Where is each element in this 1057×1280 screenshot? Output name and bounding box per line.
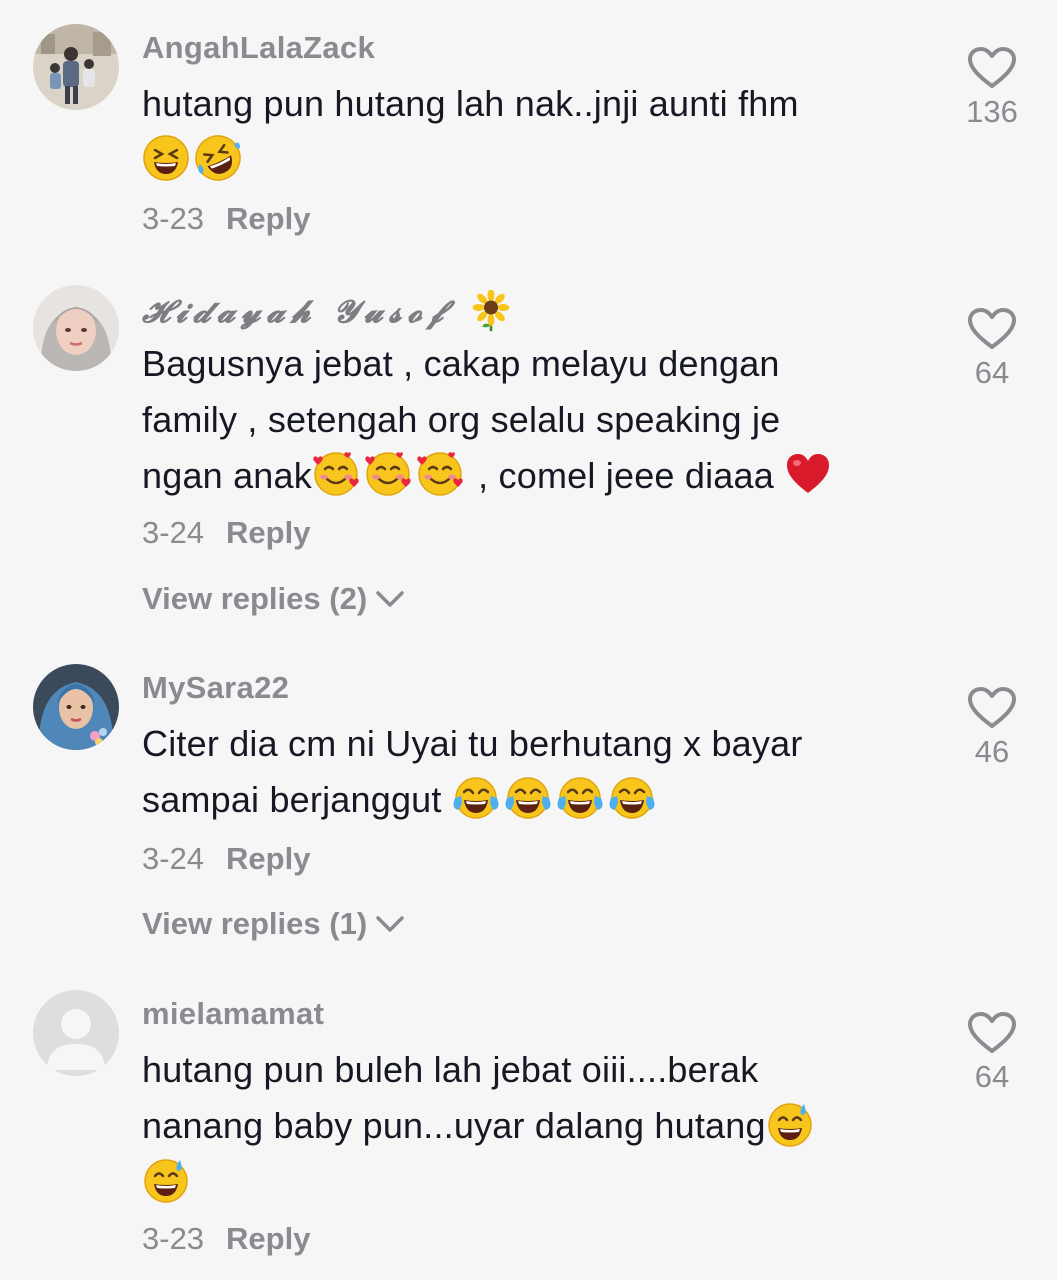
comment-meta: 3-24 Reply [142, 515, 310, 551]
like-count: 64 [974, 1059, 1010, 1094]
avatar[interactable] [33, 990, 119, 1076]
view-replies-label: View replies (2) [142, 581, 368, 616]
reply-button[interactable]: Reply [226, 1221, 310, 1256]
comment-text-line: nanang baby pun...uyar dalang hutang [142, 1105, 766, 1146]
like-count: 46 [974, 734, 1010, 769]
username[interactable]: AngahLalaZack [142, 30, 375, 66]
comment-text-line: Bagusnya jebat , cakap melayu dengan [142, 343, 780, 384]
comment-meta: 3-23 Reply [142, 1221, 310, 1257]
comment-text-content: hutang pun hutang lah nak..jnji aunti fh… [142, 83, 799, 124]
avatar-image [33, 24, 119, 110]
red-heart-emoji [784, 450, 832, 498]
comment-meta: 3-23 Reply [142, 201, 310, 237]
comment-text-line: hutang pun buleh lah jebat oiii....berak [142, 1049, 759, 1090]
comment-date: 3-24 [142, 841, 205, 876]
smiling-face-with-hearts-emoji [416, 450, 464, 498]
like-button[interactable]: 64 [950, 307, 1034, 391]
avatar[interactable] [33, 664, 119, 750]
chevron-down-icon [376, 591, 404, 607]
comment-date: 3-23 [142, 1221, 205, 1256]
sunflower-emoji [470, 290, 512, 332]
like-count: 136 [966, 94, 1018, 129]
reply-button[interactable]: Reply [226, 201, 310, 236]
like-button[interactable]: 136 [950, 46, 1034, 130]
heart-outline-icon [968, 687, 1016, 728]
username[interactable]: 𝓗𝓲𝓭𝓪𝔂𝓪𝓱 𝓨𝓾𝓼𝓸𝓯 [142, 290, 516, 332]
avatar[interactable] [33, 285, 119, 371]
smiling-face-with-hearts-emoji [312, 450, 360, 498]
reply-button[interactable]: Reply [226, 515, 310, 550]
comment-text-line: ngan anak [142, 455, 312, 496]
username[interactable]: MySara22 [142, 670, 289, 706]
username-text: 𝓗𝓲𝓭𝓪𝔂𝓪𝓱 𝓨𝓾𝓼𝓸𝓯 [142, 294, 450, 330]
like-button[interactable]: 46 [950, 686, 1034, 770]
tears-of-joy-emoji [556, 774, 604, 822]
comment-date: 3-24 [142, 515, 205, 550]
comment-text-line: sampai berjanggut [142, 779, 452, 820]
like-button[interactable]: 64 [950, 1011, 1034, 1095]
comment-date: 3-23 [142, 201, 205, 236]
like-count: 64 [974, 355, 1010, 390]
tears-of-joy-emoji [452, 774, 500, 822]
grinning-face-with-sweat-emoji [766, 1100, 814, 1148]
comment-text-line: family , setengah org selalu speaking je [142, 399, 781, 440]
heart-outline-icon [968, 47, 1016, 88]
reply-button[interactable]: Reply [226, 841, 310, 876]
comment-text: Citer dia cm ni Uyai tu berhutang x baya… [142, 716, 912, 828]
smiling-face-with-hearts-emoji [364, 450, 412, 498]
avatar-image [33, 664, 119, 750]
rolling-on-floor-laughing-emoji [194, 134, 242, 182]
chevron-down-icon [376, 916, 404, 932]
username[interactable]: mielamamat [142, 996, 324, 1032]
avatar-image [33, 285, 119, 371]
grinning-face-with-sweat-emoji [142, 1156, 190, 1204]
view-replies-button[interactable]: View replies (1) [142, 906, 405, 942]
comment-text: Bagusnya jebat , cakap melayu dengan fam… [142, 336, 912, 504]
grinning-squinting-face-emoji [142, 134, 190, 182]
comment-text-line: , comel jeee diaaa [467, 455, 785, 496]
comment-text: hutang pun hutang lah nak..jnji aunti fh… [142, 76, 912, 188]
comment-meta: 3-24 Reply [142, 841, 310, 877]
heart-outline-icon [968, 1012, 1016, 1053]
default-avatar-icon [33, 990, 119, 1076]
view-replies-button[interactable]: View replies (2) [142, 581, 405, 617]
comment-text-line: Citer dia cm ni Uyai tu berhutang x baya… [142, 723, 803, 764]
tears-of-joy-emoji [504, 774, 552, 822]
avatar[interactable] [33, 24, 119, 110]
comment-text: hutang pun buleh lah jebat oiii....berak… [142, 1042, 912, 1210]
view-replies-label: View replies (1) [142, 906, 368, 941]
tears-of-joy-emoji [608, 774, 656, 822]
heart-outline-icon [968, 308, 1016, 349]
